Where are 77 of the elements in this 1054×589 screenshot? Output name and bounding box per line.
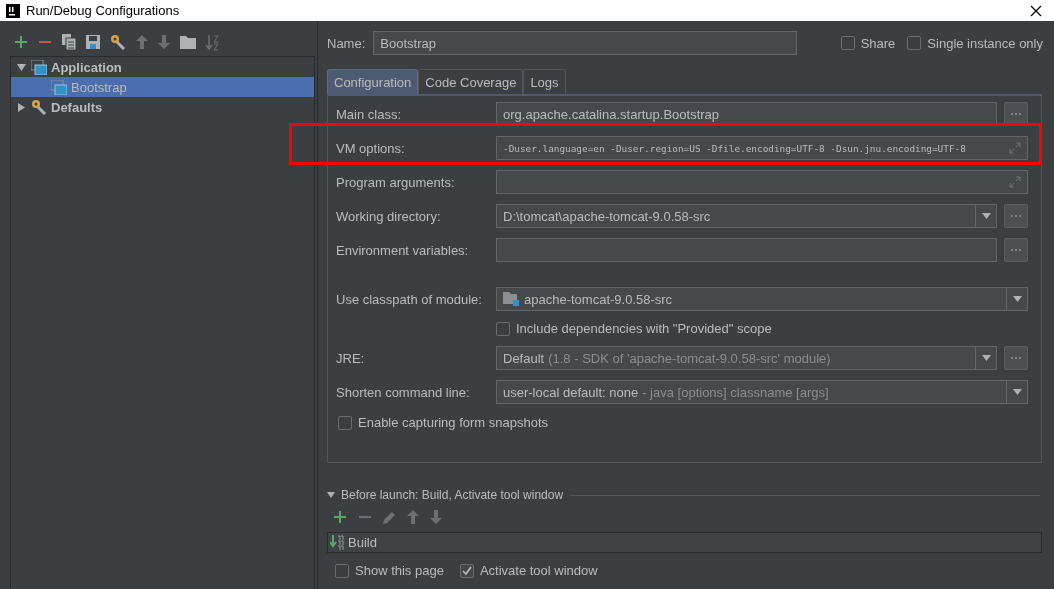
dropdown-arrow-icon[interactable] (981, 355, 991, 361)
tab[interactable]: Logs (523, 69, 566, 94)
wrench-icon[interactable] (110, 34, 126, 50)
field-label: Environment variables: (336, 242, 470, 258)
wrench-icon (31, 99, 47, 115)
close-icon[interactable] (1030, 4, 1042, 17)
text-field[interactable] (496, 170, 1028, 194)
checkbox[interactable] (907, 36, 922, 50)
browse-button[interactable] (1004, 102, 1028, 126)
tree-item-label: Application (51, 59, 122, 75)
dropdown[interactable]: apache-tomcat-9.0.58-src (496, 287, 1028, 311)
field-value: user-local default: none (503, 384, 639, 400)
checkbox-label: Include dependencies with "Provided" scope (516, 321, 772, 336)
collapsed-arrow-icon[interactable] (16, 102, 26, 112)
dropdown-arrow-icon[interactable] (981, 213, 991, 219)
text-field[interactable]: org.apache.catalina.startup.Bootstrap (496, 102, 997, 126)
browse-button[interactable] (1004, 238, 1028, 262)
module-folder-icon (503, 292, 519, 306)
tree-item-label: Defaults (51, 99, 103, 115)
field-value: apache-tomcat-9.0.58-src (524, 291, 673, 307)
field-value: -Duser.language=en -Duser.region=US -Dfile.encoding=UTF-8 -Dsun.jnu.encoding=UTF-8 (503, 142, 967, 154)
tab[interactable]: Configuration (327, 69, 419, 94)
field-value: D:\tomcat\apache-tomcat-9.0.58-src (503, 208, 711, 224)
checkbox[interactable] (840, 36, 855, 50)
checkbox[interactable] (338, 415, 352, 430)
checkbox-label: Enable capturing form snapshots (358, 415, 549, 430)
tree-item[interactable]: Defaults (11, 97, 314, 117)
browse-button[interactable] (1004, 204, 1028, 228)
expand-icon[interactable] (1009, 176, 1021, 188)
checkbox[interactable] (459, 563, 474, 578)
window-title: Run/Debug Configurations (26, 3, 181, 18)
expand-icon[interactable] (1009, 142, 1021, 154)
build-icon (330, 534, 344, 551)
field-label: Main class: (336, 106, 403, 122)
dropdown[interactable]: user-local default: none - java [options] classname [args] (496, 380, 1028, 404)
checkbox-label: Activate tool window (479, 563, 598, 578)
field-label: Program arguments: (336, 174, 456, 190)
field-label: Shorten command line: (336, 384, 471, 400)
field-label: Working directory: (336, 208, 442, 224)
browse-button[interactable] (1004, 346, 1028, 370)
expanded-arrow-icon[interactable] (16, 62, 26, 72)
field-hint: - java [options] classname [args] (642, 384, 829, 400)
checkbox-label: Single instance only (927, 35, 1043, 51)
field-label: VM options: (336, 140, 406, 156)
task-label: Build (348, 535, 377, 550)
copy-icon[interactable] (62, 34, 76, 50)
tree-item[interactable]: Bootstrap (11, 77, 314, 97)
folder-icon[interactable] (180, 35, 196, 49)
tree-item-label: Bootstrap (71, 79, 127, 95)
section-title[interactable]: Before launch: Build, Activate tool window (341, 488, 564, 502)
name-field[interactable]: Bootstrap (373, 31, 798, 55)
add-icon[interactable] (333, 510, 347, 524)
text-field[interactable] (496, 238, 997, 262)
checkbox-label: Show this page (355, 563, 444, 578)
dropdown-arrow-icon[interactable] (1012, 389, 1022, 395)
field-label: Name: (327, 35, 366, 51)
app-logo-icon (6, 3, 20, 18)
text-field[interactable]: -Duser.language=en -Duser.region=US -Dfile.encoding=UTF-8 -Dsun.jnu.encoding=UTF-8 (496, 136, 1028, 160)
add-icon[interactable] (14, 35, 28, 49)
dropdown-arrow-icon[interactable] (1012, 296, 1022, 302)
field-label: JRE: (336, 350, 366, 366)
tree-item[interactable]: Application (11, 57, 314, 77)
field-value: Default (503, 350, 545, 366)
checkbox-label: Share (860, 35, 896, 51)
task-item[interactable]: Build (327, 532, 1042, 553)
checkbox[interactable] (496, 321, 510, 336)
field-hint: (1.8 - SDK of 'apache-tomcat-9.0.58-src' module) (548, 350, 831, 366)
field-value: org.apache.catalina.startup.Bootstrap (503, 106, 720, 122)
field-label: Use classpath of module: (336, 291, 483, 307)
checkbox[interactable] (335, 563, 349, 578)
window-icon (51, 79, 67, 95)
dropdown[interactable]: Default (1.8 - SDK of 'apache-tomcat-9.0.58-src' module) (496, 346, 997, 370)
save-icon[interactable] (86, 35, 100, 49)
expanded-arrow-icon[interactable] (327, 491, 335, 499)
window-icon (31, 59, 47, 75)
dropdown[interactable]: D:\tomcat\apache-tomcat-9.0.58-src (496, 204, 997, 228)
tab[interactable]: Code Coverage (418, 69, 524, 94)
